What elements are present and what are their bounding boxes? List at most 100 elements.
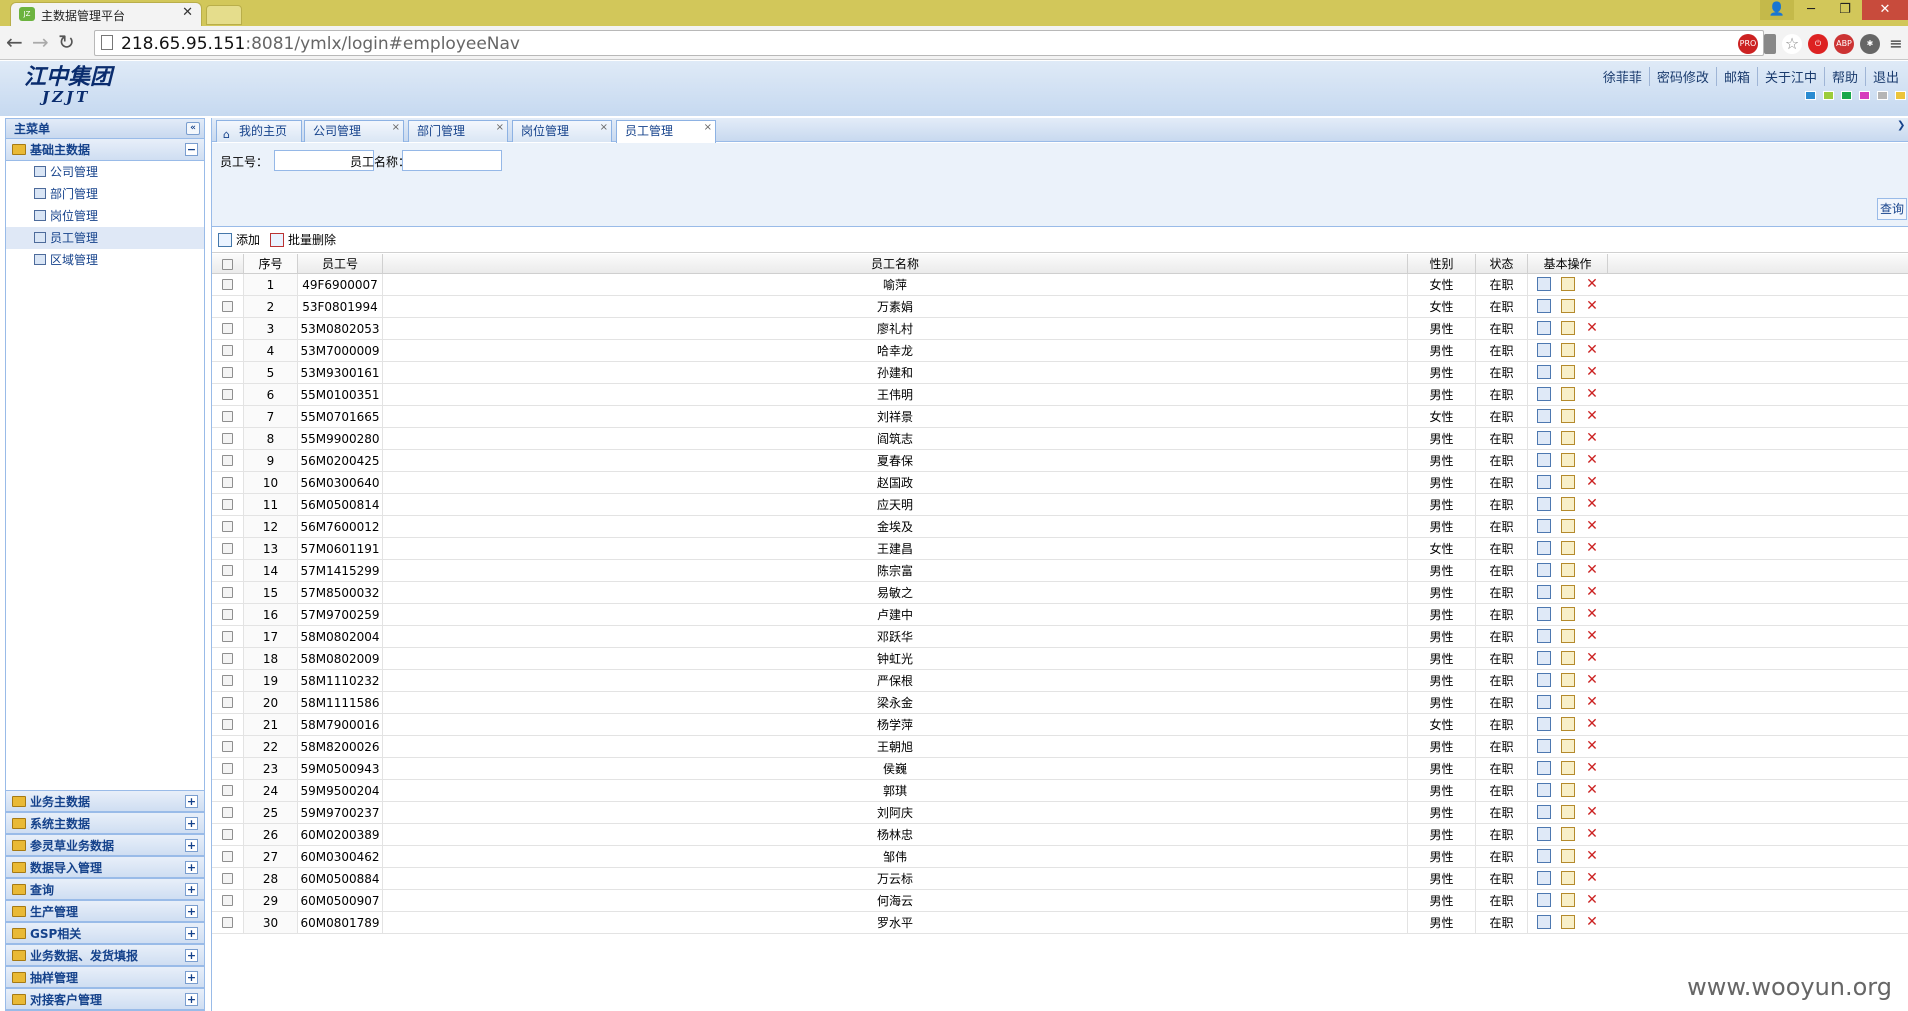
view-icon[interactable] bbox=[1537, 695, 1551, 709]
menu-group[interactable]: 生产管理 + bbox=[6, 900, 204, 922]
row-checkbox[interactable] bbox=[212, 274, 244, 295]
row-checkbox[interactable] bbox=[212, 670, 244, 691]
view-icon[interactable] bbox=[1537, 805, 1551, 819]
col-header-no[interactable]: 序号 bbox=[244, 254, 298, 273]
table-row[interactable]: 24 59M9500204 郭琪 男性 在职 ✕ bbox=[212, 780, 1908, 802]
row-checkbox[interactable] bbox=[212, 758, 244, 779]
table-row[interactable]: 12 56M7600012 金埃及 男性 在职 ✕ bbox=[212, 516, 1908, 538]
logout-link[interactable]: 退出 bbox=[1864, 67, 1906, 86]
menu-group-open[interactable]: 基础主数据 − bbox=[6, 139, 204, 161]
row-checkbox[interactable] bbox=[212, 538, 244, 559]
edit-icon[interactable] bbox=[1561, 871, 1575, 885]
edit-icon[interactable] bbox=[1561, 629, 1575, 643]
row-checkbox[interactable] bbox=[212, 296, 244, 317]
table-row[interactable]: 2 53F0801994 万素娟 女性 在职 ✕ bbox=[212, 296, 1908, 318]
help-link[interactable]: 帮助 bbox=[1823, 67, 1865, 86]
tree-item[interactable]: 岗位管理 bbox=[6, 205, 204, 227]
menu-group[interactable]: GSP相关 + bbox=[6, 922, 204, 944]
edit-icon[interactable] bbox=[1561, 805, 1575, 819]
view-icon[interactable] bbox=[1537, 541, 1551, 555]
edit-icon[interactable] bbox=[1561, 717, 1575, 731]
table-row[interactable]: 23 59M0500943 侯巍 男性 在职 ✕ bbox=[212, 758, 1908, 780]
delete-icon[interactable]: ✕ bbox=[1585, 453, 1599, 467]
view-icon[interactable] bbox=[1537, 717, 1551, 731]
delete-icon[interactable]: ✕ bbox=[1585, 475, 1599, 489]
row-checkbox[interactable] bbox=[212, 802, 244, 823]
row-checkbox[interactable] bbox=[212, 450, 244, 471]
view-icon[interactable] bbox=[1537, 893, 1551, 907]
delete-icon[interactable]: ✕ bbox=[1585, 717, 1599, 731]
row-checkbox[interactable] bbox=[212, 714, 244, 735]
row-checkbox[interactable] bbox=[212, 384, 244, 405]
row-checkbox[interactable] bbox=[212, 846, 244, 867]
tree-item[interactable]: 公司管理 bbox=[6, 161, 204, 183]
expand-group-icon[interactable]: + bbox=[185, 927, 198, 940]
star-icon[interactable]: ☆ bbox=[1782, 34, 1802, 54]
theme-swatch[interactable] bbox=[1841, 91, 1852, 100]
delete-icon[interactable]: ✕ bbox=[1585, 629, 1599, 643]
table-row[interactable]: 30 60M0801789 罗水平 男性 在职 ✕ bbox=[212, 912, 1908, 934]
row-checkbox[interactable] bbox=[212, 648, 244, 669]
select-all-checkbox[interactable] bbox=[212, 254, 244, 273]
row-checkbox[interactable] bbox=[212, 406, 244, 427]
col-header-id[interactable]: 员工号 bbox=[298, 254, 383, 273]
collapse-menu-icon[interactable]: « bbox=[186, 122, 200, 135]
table-row[interactable]: 22 58M8200026 王朝旭 男性 在职 ✕ bbox=[212, 736, 1908, 758]
delete-icon[interactable]: ✕ bbox=[1585, 739, 1599, 753]
menu-icon[interactable]: ≡ bbox=[1886, 34, 1906, 54]
row-checkbox[interactable] bbox=[212, 626, 244, 647]
delete-icon[interactable]: ✕ bbox=[1585, 849, 1599, 863]
view-icon[interactable] bbox=[1537, 277, 1551, 291]
theme-swatch[interactable] bbox=[1877, 91, 1888, 100]
menu-group[interactable]: 参灵草业务数据 + bbox=[6, 834, 204, 856]
edit-icon[interactable] bbox=[1561, 607, 1575, 621]
row-checkbox[interactable] bbox=[212, 912, 244, 933]
settings-extension-icon[interactable]: ✱ bbox=[1860, 34, 1880, 54]
row-checkbox[interactable] bbox=[212, 890, 244, 911]
menu-group[interactable]: 业务数据、发货填报 + bbox=[6, 944, 204, 966]
delete-icon[interactable]: ✕ bbox=[1585, 805, 1599, 819]
delete-icon[interactable]: ✕ bbox=[1585, 365, 1599, 379]
view-icon[interactable] bbox=[1537, 387, 1551, 401]
change-password-link[interactable]: 密码修改 bbox=[1648, 67, 1716, 86]
tab-employee[interactable]: 员工管理 × bbox=[616, 120, 716, 143]
expand-group-icon[interactable]: + bbox=[185, 861, 198, 874]
delete-icon[interactable]: ✕ bbox=[1585, 343, 1599, 357]
table-row[interactable]: 7 55M0701665 刘祥景 女性 在职 ✕ bbox=[212, 406, 1908, 428]
tab-scroll-icon[interactable]: ❯ bbox=[1897, 120, 1908, 140]
view-icon[interactable] bbox=[1537, 915, 1551, 929]
edit-icon[interactable] bbox=[1561, 585, 1575, 599]
delete-icon[interactable]: ✕ bbox=[1585, 321, 1599, 335]
edit-icon[interactable] bbox=[1561, 431, 1575, 445]
row-checkbox[interactable] bbox=[212, 428, 244, 449]
employee-name-input[interactable] bbox=[402, 150, 502, 171]
edit-icon[interactable] bbox=[1561, 783, 1575, 797]
table-row[interactable]: 29 60M0500907 何海云 男性 在职 ✕ bbox=[212, 890, 1908, 912]
edit-icon[interactable] bbox=[1561, 673, 1575, 687]
delete-icon[interactable]: ✕ bbox=[1585, 893, 1599, 907]
theme-swatch[interactable] bbox=[1895, 91, 1906, 100]
adblock-icon[interactable]: ABP bbox=[1834, 34, 1854, 54]
delete-icon[interactable]: ✕ bbox=[1585, 783, 1599, 797]
tree-item[interactable]: 区域管理 bbox=[6, 249, 204, 271]
close-tab-icon[interactable]: × bbox=[392, 118, 400, 138]
table-row[interactable]: 5 53M9300161 孙建和 男性 在职 ✕ bbox=[212, 362, 1908, 384]
table-row[interactable]: 21 58M7900016 杨学萍 女性 在职 ✕ bbox=[212, 714, 1908, 736]
close-window-button[interactable]: ✕ bbox=[1862, 0, 1908, 20]
edit-icon[interactable] bbox=[1561, 893, 1575, 907]
expand-group-icon[interactable]: + bbox=[185, 993, 198, 1006]
back-icon[interactable]: ← bbox=[6, 30, 23, 54]
edit-icon[interactable] bbox=[1561, 475, 1575, 489]
view-icon[interactable] bbox=[1537, 761, 1551, 775]
expand-group-icon[interactable]: + bbox=[185, 949, 198, 962]
view-icon[interactable] bbox=[1537, 827, 1551, 841]
row-checkbox[interactable] bbox=[212, 868, 244, 889]
table-row[interactable]: 20 58M1111586 梁永金 男性 在职 ✕ bbox=[212, 692, 1908, 714]
edit-icon[interactable] bbox=[1561, 343, 1575, 357]
view-icon[interactable] bbox=[1537, 585, 1551, 599]
row-checkbox[interactable] bbox=[212, 560, 244, 581]
edit-icon[interactable] bbox=[1561, 761, 1575, 775]
edit-icon[interactable] bbox=[1561, 915, 1575, 929]
tab-home[interactable]: ⌂ 我的主页 bbox=[216, 120, 302, 142]
edit-icon[interactable] bbox=[1561, 365, 1575, 379]
